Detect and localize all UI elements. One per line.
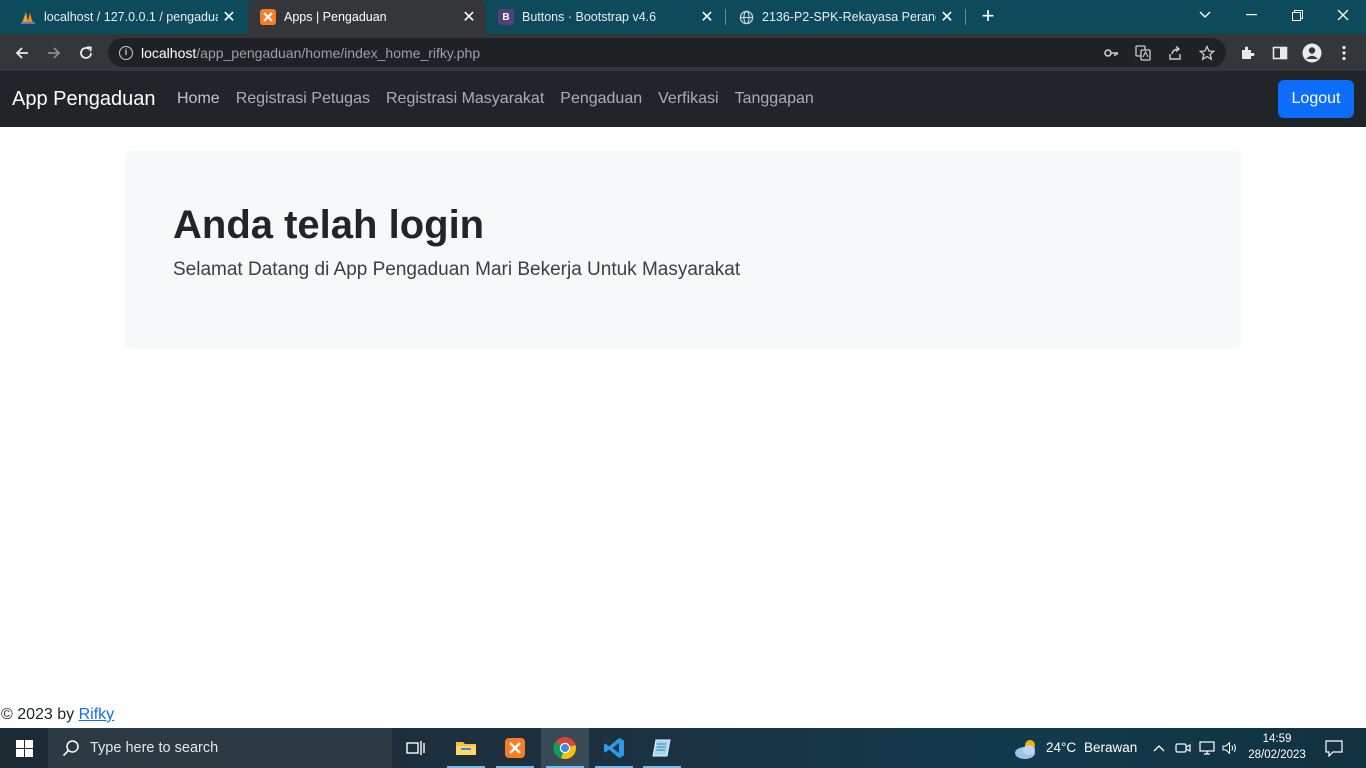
logout-button[interactable]: Logout — [1278, 80, 1354, 118]
task-view-icon — [406, 741, 425, 755]
tab-title: Apps | Pengaduan — [284, 10, 387, 24]
arrow-left-icon — [15, 47, 28, 59]
close-icon[interactable]: ✕ — [696, 7, 718, 27]
chrome-taskbar-button[interactable] — [541, 728, 589, 768]
tab-title: 2136-P2-SPK-Rekayasa Perangkat — [762, 10, 936, 24]
window-close-button[interactable] — [1320, 0, 1366, 30]
chevron-up-icon[interactable] — [1151, 740, 1167, 756]
app-navbar: App Pengaduan Home Registrasi Petugas Re… — [0, 71, 1366, 127]
weather-temperature[interactable]: 24°C — [1046, 740, 1076, 755]
footer-copyright: © 2023 by — [1, 706, 75, 723]
browser-tab-bootstrap[interactable]: B Buttons · Bootstrap v4.6 ✕ — [486, 0, 724, 34]
browser-tab-phpmyadmin[interactable]: localhost / 127.0.0.1 / pengaduan ✕ — [8, 0, 246, 34]
search-icon — [62, 739, 80, 757]
notepad-icon — [652, 739, 671, 757]
bootstrap-icon: B — [498, 9, 514, 25]
xampp-icon — [505, 738, 525, 758]
tab-separator — [965, 9, 966, 25]
bookmark-star-icon[interactable] — [1199, 45, 1215, 61]
browser-toolbar: i localhost/app_pengaduan/home/index_hom… — [0, 34, 1366, 71]
vscode-taskbar-button[interactable] — [590, 728, 638, 768]
arrow-right-icon — [48, 47, 61, 59]
forward-button[interactable] — [40, 39, 68, 67]
browser-tab-strip: localhost / 127.0.0.1 / pengaduan ✕ Apps… — [0, 0, 1366, 34]
notes-app-taskbar-button[interactable] — [638, 728, 686, 768]
windows-taskbar: Type here to search 24°C Berawan 14:59 2… — [0, 728, 1366, 768]
tab-search-button[interactable] — [1182, 0, 1228, 30]
chrome-icon — [553, 737, 576, 760]
speaker-volume-icon[interactable] — [1222, 740, 1238, 756]
page-heading: Anda telah login — [173, 203, 485, 247]
side-panel-icon[interactable] — [1270, 43, 1290, 63]
taskbar-search-placeholder: Type here to search — [90, 740, 219, 756]
globe-icon — [738, 9, 754, 25]
weather-description[interactable]: Berawan — [1084, 740, 1137, 755]
restore-icon — [1291, 9, 1303, 21]
extensions-icon[interactable] — [1238, 43, 1258, 63]
start-button[interactable] — [0, 728, 48, 768]
url-path: /app_pengaduan/home/index_home_rifky.php — [196, 44, 481, 61]
close-icon[interactable]: ✕ — [458, 7, 480, 27]
nav-link-home[interactable]: Home — [169, 90, 228, 108]
phpmyadmin-icon — [20, 9, 36, 25]
nav-link-pengaduan[interactable]: Pengaduan — [552, 90, 650, 108]
close-icon — [1337, 9, 1349, 21]
profile-avatar-icon[interactable] — [1302, 43, 1322, 63]
taskbar-search-box[interactable]: Type here to search — [48, 728, 392, 768]
network-icon[interactable] — [1199, 740, 1215, 756]
notification-center-icon[interactable] — [1324, 739, 1344, 757]
tab-title: localhost / 127.0.0.1 / pengaduan — [44, 10, 218, 24]
browser-tab-spk[interactable]: 2136-P2-SPK-Rekayasa Perangkat ✕ — [726, 0, 964, 34]
address-bar[interactable]: i localhost/app_pengaduan/home/index_hom… — [108, 38, 1226, 67]
translate-icon[interactable] — [1135, 45, 1151, 61]
folder-icon — [456, 742, 476, 755]
minimize-icon — [1245, 14, 1257, 16]
reload-button[interactable] — [72, 39, 100, 67]
taskbar-clock[interactable]: 14:59 28/02/2023 — [1240, 731, 1314, 763]
back-button[interactable] — [8, 39, 36, 67]
close-icon[interactable]: ✕ — [936, 7, 958, 27]
weather-cloud-icon[interactable] — [1014, 738, 1040, 760]
footer-author-link[interactable]: Rifky — [79, 706, 115, 723]
vscode-icon — [604, 738, 624, 758]
kebab-menu-icon[interactable] — [1334, 43, 1354, 63]
restore-button[interactable] — [1274, 0, 1320, 30]
page-footer: © 2023 by Rifky — [1, 706, 114, 724]
nav-link-verifikasi[interactable]: Verfikasi — [650, 90, 726, 108]
task-view-button[interactable] — [392, 728, 440, 768]
share-icon[interactable] — [1167, 45, 1183, 61]
close-icon[interactable]: ✕ — [218, 7, 240, 27]
clock-time: 14:59 — [1262, 733, 1292, 745]
chevron-down-icon — [1199, 11, 1211, 18]
file-explorer-button[interactable] — [442, 728, 490, 768]
xampp-taskbar-button[interactable] — [491, 728, 539, 768]
reload-icon — [80, 46, 92, 59]
nav-link-registrasi-petugas[interactable]: Registrasi Petugas — [228, 90, 378, 108]
key-icon[interactable] — [1103, 45, 1119, 61]
clock-date: 28/02/2023 — [1248, 749, 1306, 761]
xampp-icon — [260, 9, 276, 25]
nav-links: Home Registrasi Petugas Registrasi Masya… — [169, 90, 822, 108]
welcome-lead-text: Selamat Datang di App Pengaduan Mari Bek… — [173, 259, 741, 280]
site-info-icon[interactable]: i — [119, 45, 133, 60]
nav-link-registrasi-masyarakat[interactable]: Registrasi Masyarakat — [378, 90, 552, 108]
windows-logo-icon — [15, 739, 33, 757]
nav-link-tanggapan[interactable]: Tanggapan — [727, 90, 822, 108]
url-host: localhost — [141, 44, 197, 61]
minimize-button[interactable] — [1228, 0, 1274, 30]
tab-title: Buttons · Bootstrap v4.6 — [522, 10, 657, 24]
welcome-jumbotron: Anda telah login Selamat Datang di App P… — [125, 151, 1241, 349]
browser-tab-apps-pengaduan[interactable]: Apps | Pengaduan ✕ — [248, 0, 486, 34]
new-tab-button[interactable]: + — [976, 5, 1000, 29]
navbar-brand[interactable]: App Pengaduan — [12, 88, 155, 111]
meet-now-icon[interactable] — [1175, 740, 1191, 756]
